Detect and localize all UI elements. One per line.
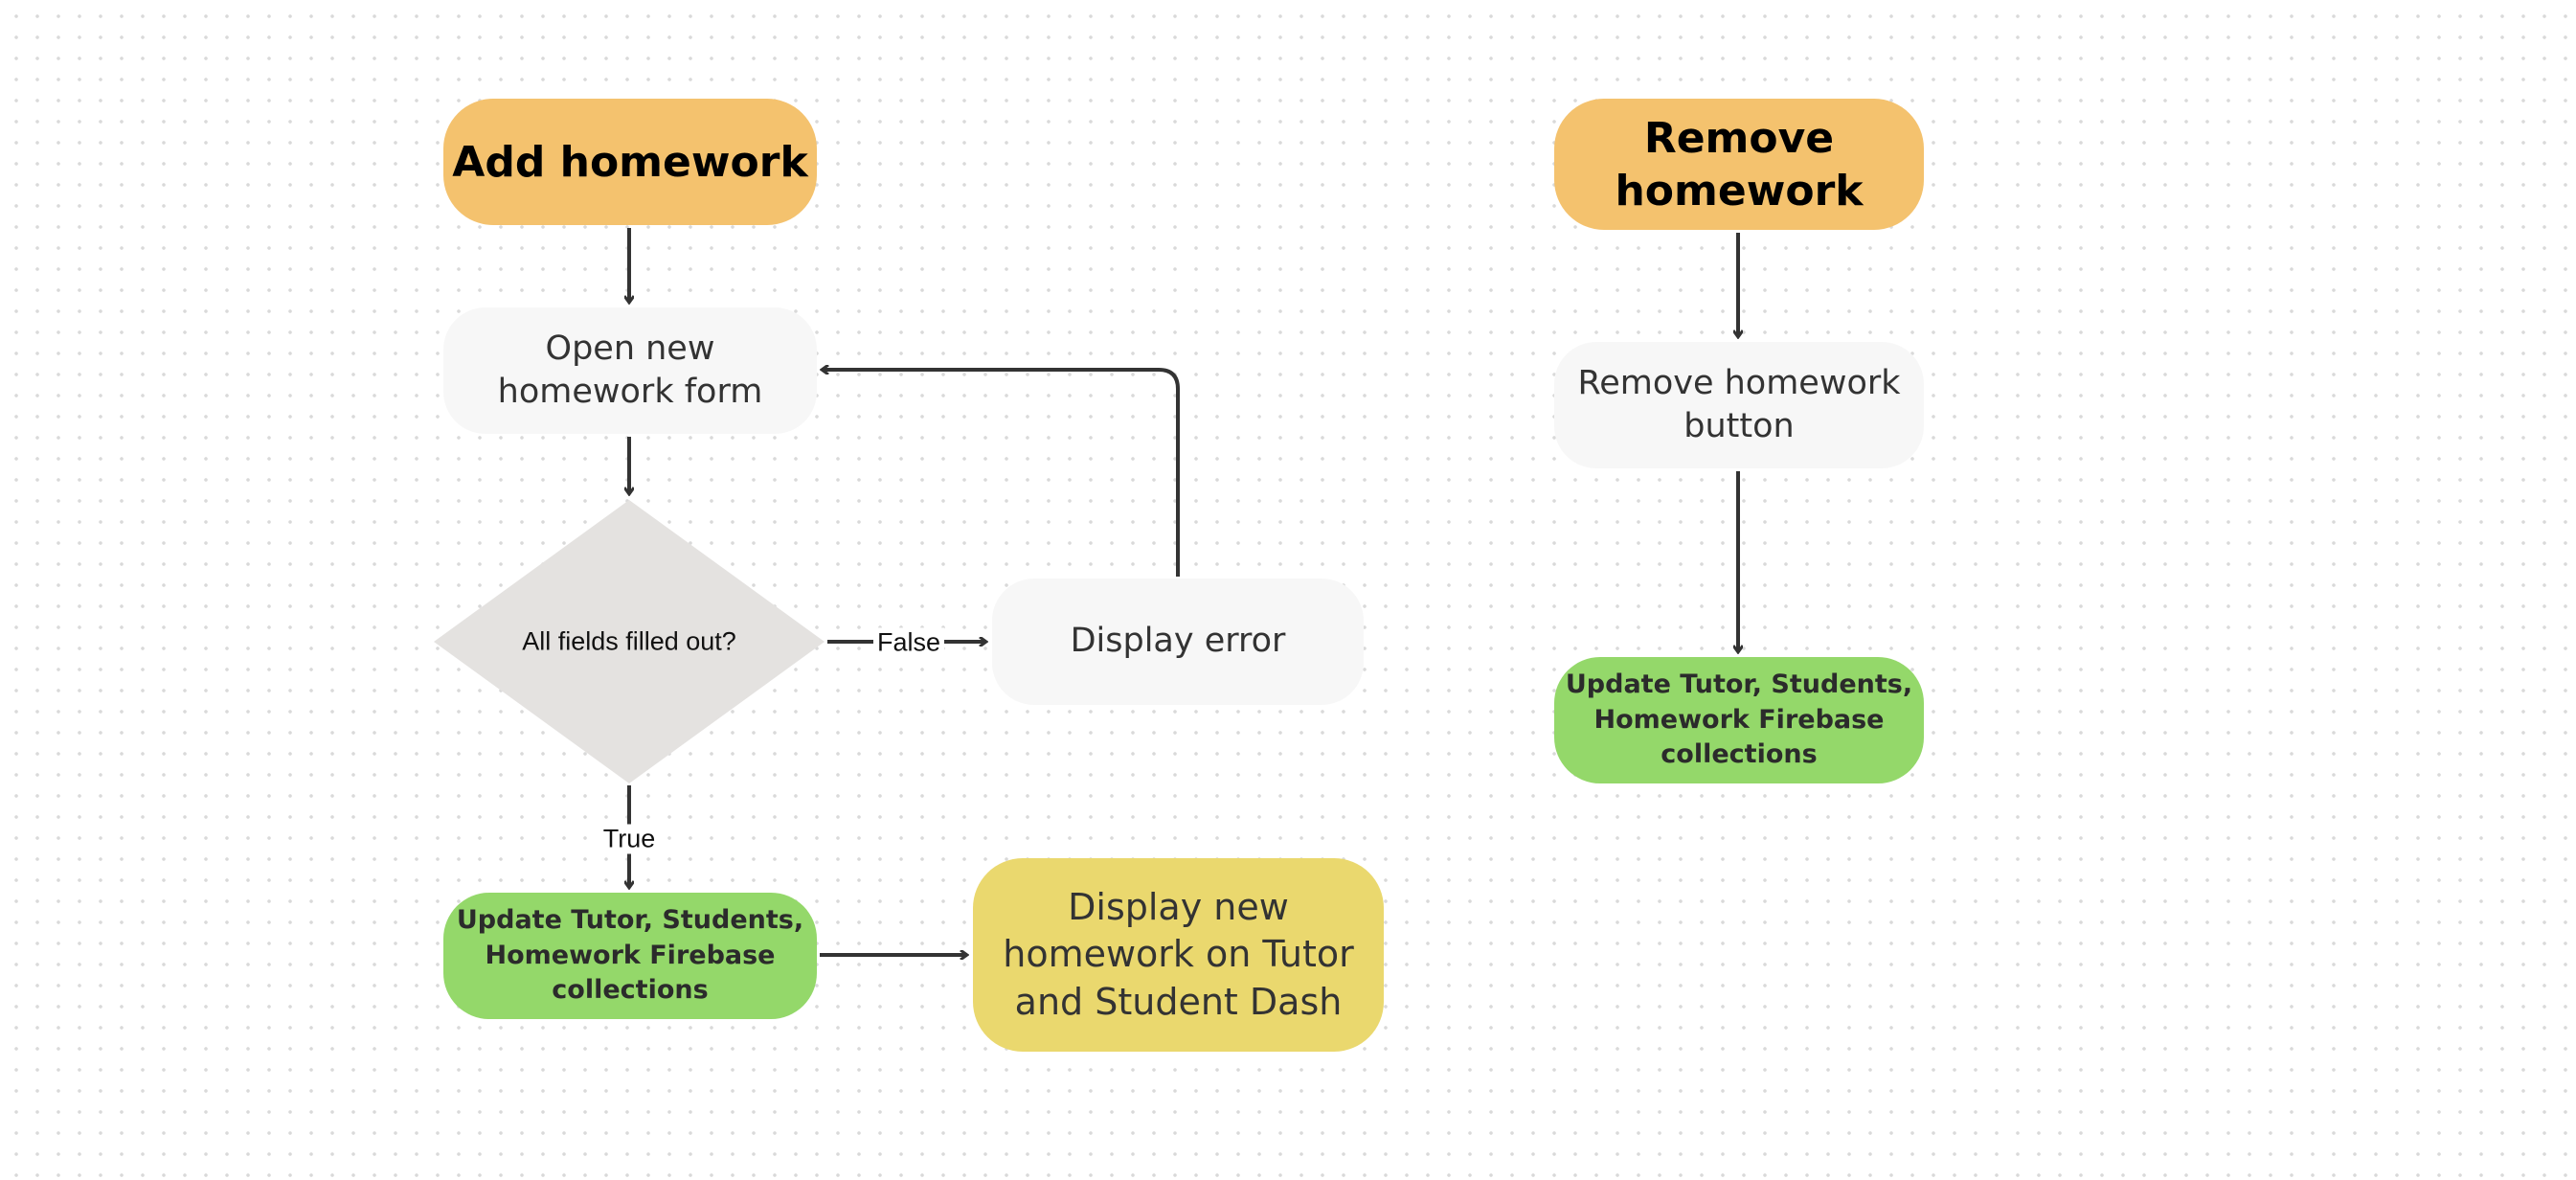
true-label: True	[599, 824, 660, 854]
display-error-node: Display error	[992, 579, 1364, 705]
add-homework-label: Add homework	[452, 137, 808, 187]
open-form-label: Open new homework form	[497, 329, 763, 412]
remove-update-collections-label: Update Tutor, Students, Homework Firebas…	[1565, 669, 1913, 770]
display-homework-node: Display new homework on Tutor and Studen…	[973, 858, 1384, 1052]
remove-button-label: Remove homework button	[1577, 363, 1901, 446]
open-form-node: Open new homework form	[443, 307, 817, 434]
update-collections-node: Update Tutor, Students, Homework Firebas…	[443, 893, 817, 1019]
remove-homework-label: Remove homework	[1615, 113, 1864, 216]
remove-homework-start-node: Remove homework	[1554, 99, 1924, 230]
edge-error-to-form	[822, 370, 1180, 577]
false-label: False	[872, 627, 945, 658]
display-error-label: Display error	[1070, 622, 1286, 661]
remove-button-node: Remove homework button	[1554, 342, 1924, 468]
add-homework-start-node: Add homework	[443, 99, 817, 225]
remove-update-collections-node: Update Tutor, Students, Homework Firebas…	[1554, 657, 1924, 783]
display-homework-label: Display new homework on Tutor and Studen…	[1003, 885, 1354, 1023]
decision-label: All fields filled out?	[522, 626, 736, 656]
update-collections-label: Update Tutor, Students, Homework Firebas…	[456, 905, 804, 1006]
